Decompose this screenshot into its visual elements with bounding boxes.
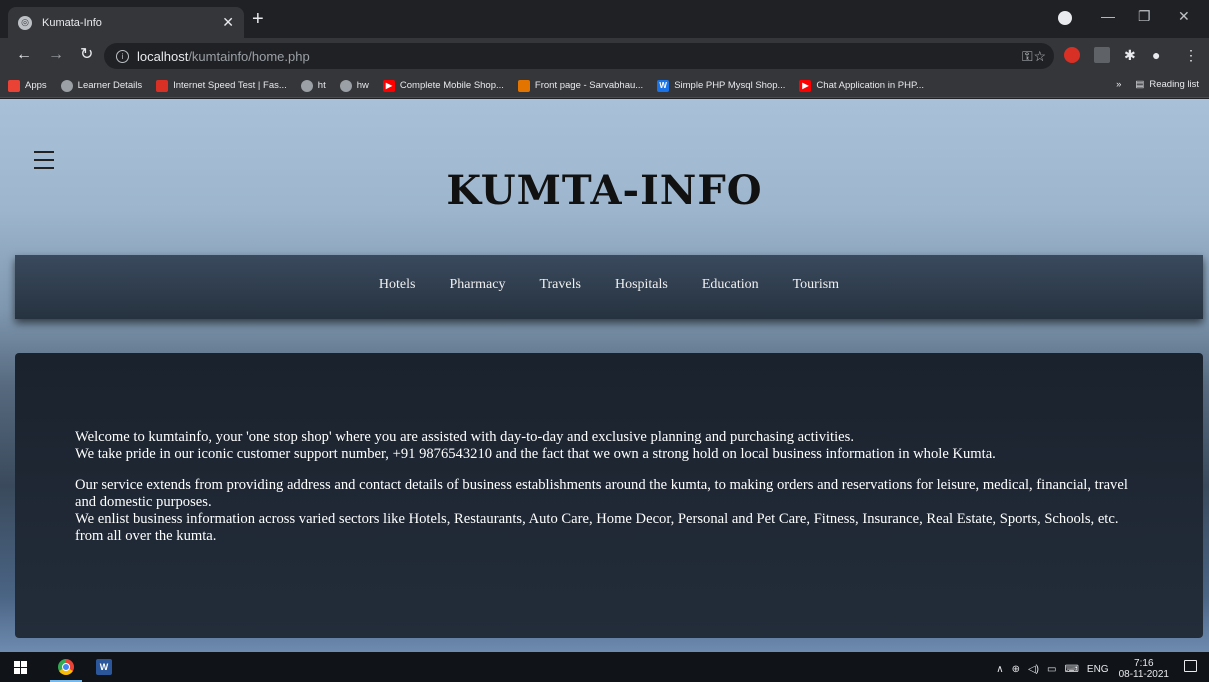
site-icon: [517, 79, 530, 92]
intro-line-1: Welcome to kumtainfo, your 'one stop sho…: [75, 429, 854, 445]
browser-toolbar: ← → ↻ i localhost/kumtainfo/home.php ⚿ ☆…: [0, 38, 1209, 74]
nav-hotels[interactable]: Hotels: [379, 277, 416, 293]
bookmark-label: Chat Application in PHP...: [816, 80, 924, 91]
bookmark-label: Apps: [25, 80, 47, 91]
bookmark-item[interactable]: Apps: [8, 79, 47, 92]
clock-date: 08-11-2021: [1118, 669, 1169, 680]
bookmarks-bar: Apps Learner Details Internet Speed Test |…: [0, 74, 1209, 98]
nav-pharmacy[interactable]: Pharmacy: [449, 277, 505, 293]
globe-icon: [339, 79, 352, 92]
bookmark-item[interactable]: ht: [300, 79, 326, 92]
w-icon: W: [657, 79, 670, 92]
extension-grey-icon[interactable]: [1094, 47, 1110, 63]
tab-strip: ◎ Kumata-Info ✕ + — ❐ ✕: [0, 0, 1209, 38]
tab-title: Kumata-Info: [42, 16, 102, 29]
profile-icon[interactable]: ●: [1152, 47, 1160, 63]
nav-hospitals[interactable]: Hospitals: [615, 277, 668, 293]
close-tab-icon[interactable]: ✕: [222, 14, 234, 31]
main-nav: Hotels Pharmacy Travels Hospitals Educat…: [15, 255, 1203, 319]
intro-paragraph: Welcome to kumtainfo, your 'one stop sho…: [75, 429, 1143, 463]
key-icon[interactable]: ⚿: [1022, 48, 1033, 65]
network-icon[interactable]: ⊕: [1012, 664, 1020, 675]
keyboard-icon[interactable]: ⌨: [1064, 664, 1078, 675]
battery-icon[interactable]: ▭: [1047, 664, 1056, 675]
reload-icon[interactable]: ↻: [80, 47, 93, 63]
bookmark-item[interactable]: Front page - Sarvabhau...: [517, 79, 644, 92]
notification-icon[interactable]: [1184, 660, 1197, 672]
youtube-icon: ▶: [382, 79, 395, 92]
close-window-icon[interactable]: ✕: [1178, 8, 1190, 25]
intro-line-2: We take pride in our iconic customer sup…: [75, 446, 996, 462]
bookmark-item[interactable]: Internet Speed Test | Fas...: [156, 79, 287, 92]
chrome-taskbar-icon[interactable]: [58, 659, 74, 675]
bookmark-item[interactable]: ▶ Complete Mobile Shop...: [382, 79, 504, 92]
address-bar[interactable]: i localhost/kumtainfo/home.php ⚿ ☆: [104, 43, 1054, 69]
bookmark-label: Front page - Sarvabhau...: [534, 80, 644, 91]
services-line-1: Our service extends from providing addre…: [75, 477, 1128, 510]
profile-indicator-icon[interactable]: [1058, 11, 1072, 25]
language-indicator[interactable]: ENG: [1087, 664, 1109, 675]
bookmarks-overflow-button[interactable]: »: [1116, 79, 1121, 90]
browser-tab[interactable]: ◎ Kumata-Info ✕: [8, 7, 244, 38]
bookmark-item[interactable]: Learner Details: [60, 79, 143, 92]
reading-list-icon: ▤: [1135, 79, 1145, 90]
web-page: KUMTA-INFO Hotels Pharmacy Travels Hospi…: [0, 99, 1209, 652]
extension-red-icon[interactable]: [1064, 47, 1080, 63]
youtube-icon: ▶: [799, 79, 812, 92]
site-info-icon[interactable]: i: [116, 49, 129, 63]
volume-icon[interactable]: ◁): [1028, 664, 1039, 675]
menu-dots-icon[interactable]: ⋮: [1184, 47, 1198, 63]
bookmark-label: Learner Details: [77, 80, 143, 91]
nav-tourism[interactable]: Tourism: [793, 277, 839, 293]
system-tray: ∧ ⊕ ◁) ▭ ⌨ ENG 7:16 08-11-2021: [988, 658, 1169, 680]
url-path: /kumtainfo/home.php: [188, 48, 310, 64]
services-paragraph: Our service extends from providing addre…: [75, 477, 1143, 545]
bookmark-label: hw: [356, 80, 369, 91]
nav-education[interactable]: Education: [702, 277, 759, 293]
bookmark-item[interactable]: ▶ Chat Application in PHP...: [799, 79, 924, 92]
forward-icon[interactable]: →: [48, 47, 64, 63]
bookmark-item[interactable]: W Simple PHP Mysql Shop...: [657, 79, 786, 92]
puzzle-icon[interactable]: ✱: [1124, 47, 1136, 63]
bookmark-label: Internet Speed Test | Fas...: [173, 80, 287, 91]
back-icon[interactable]: ←: [16, 47, 32, 63]
globe-icon: [60, 79, 73, 92]
nav-travels[interactable]: Travels: [539, 277, 581, 293]
reading-list-button[interactable]: Reading list: [1149, 79, 1199, 90]
apps-grid-icon: [8, 79, 20, 92]
url-host: localhost: [137, 48, 189, 64]
clock[interactable]: 7:16 08-11-2021: [1119, 658, 1169, 680]
star-icon[interactable]: ☆: [1033, 48, 1046, 65]
chevron-up-icon[interactable]: ∧: [996, 664, 1003, 675]
bookmark-item[interactable]: hw: [339, 79, 369, 92]
windows-start-icon[interactable]: [14, 661, 27, 674]
speedtest-icon: [156, 79, 169, 92]
bookmark-label: Simple PHP Mysql Shop...: [674, 80, 786, 91]
restore-icon[interactable]: ❐: [1138, 8, 1151, 25]
globe-icon: ◎: [18, 15, 32, 30]
bookmarks-right: » ▤ Reading list: [1116, 79, 1199, 90]
bookmark-label: ht: [317, 80, 326, 91]
new-tab-button[interactable]: +: [252, 9, 264, 29]
clock-time: 7:16: [1134, 658, 1154, 669]
services-line-2: We enlist business information across va…: [75, 511, 1119, 544]
windows-taskbar: W ∧ ⊕ ◁) ▭ ⌨ ENG 7:16 08-11-2021: [0, 652, 1209, 682]
word-taskbar-icon[interactable]: W: [96, 659, 112, 675]
site-title: KUMTA-INFO: [446, 167, 763, 214]
minimize-icon[interactable]: —: [1101, 8, 1115, 24]
welcome-section: Welcome to kumtainfo, your 'one stop sho…: [15, 353, 1203, 638]
globe-icon: [300, 79, 313, 92]
bookmark-label: Complete Mobile Shop...: [399, 80, 504, 91]
